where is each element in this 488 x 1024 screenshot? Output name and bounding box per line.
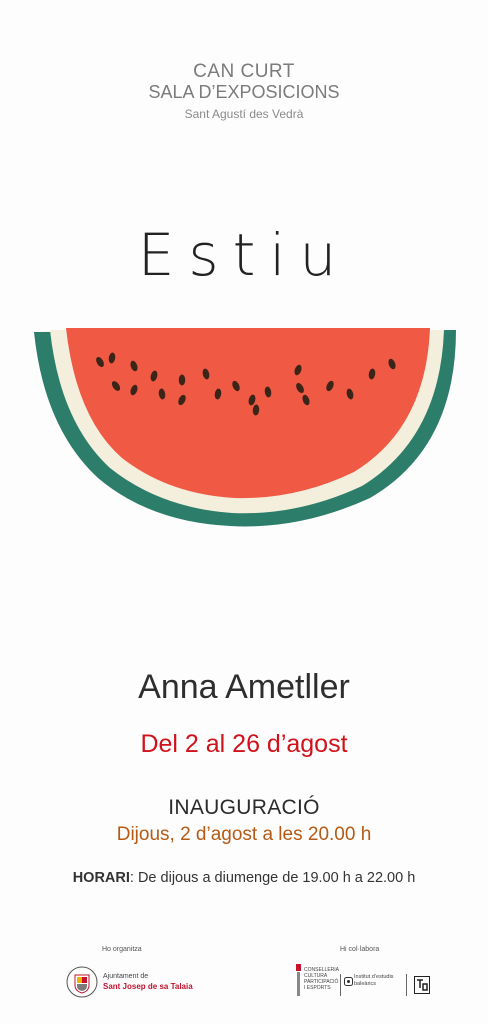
hours-label: HORARI bbox=[72, 870, 130, 886]
watermelon-illustration bbox=[34, 328, 456, 527]
govern-balear-icon bbox=[296, 964, 301, 996]
tmb-logo-icon bbox=[414, 976, 430, 994]
venue-location: Sant Agustí des Vedrà bbox=[184, 107, 304, 121]
logo-divider-2 bbox=[406, 974, 407, 996]
venue-name: CAN CURT bbox=[193, 61, 295, 82]
logo-divider bbox=[340, 974, 341, 996]
hours-text: : De dijous a diumenge de 19.00 h a 22.0… bbox=[129, 870, 416, 886]
inauguration-label: INAUGURACIÓ bbox=[168, 796, 320, 819]
opening-hours: HORARI: De dijous a diumenge de 19.00 h … bbox=[0, 870, 488, 886]
collaborator-logos: CONSELLERIA CULTURA PARTICIPACIÓ I ESPOR… bbox=[296, 962, 446, 1002]
organizer-name: Ajuntament de Sant Josep de sa Talaia bbox=[103, 972, 193, 992]
organized-by-label: Ho organitza bbox=[102, 946, 142, 953]
exhibition-title: Estiu bbox=[138, 225, 350, 289]
venue-subtitle: SALA D’EXPOSICIONS bbox=[148, 82, 340, 102]
organizer-line2: Sant Josep de sa Talaia bbox=[103, 982, 193, 991]
collaborates-label: Hi col·labora bbox=[340, 946, 380, 953]
watermelon-seed bbox=[178, 374, 186, 386]
iestudis-icon bbox=[344, 977, 353, 986]
artist-name: Anna Ametller bbox=[138, 668, 350, 706]
exhibition-dates: Del 2 al 26 d’agost bbox=[140, 730, 348, 758]
inauguration-datetime: Dijous, 2 d’agost a les 20.00 h bbox=[116, 824, 372, 845]
organizer-line1: Ajuntament de bbox=[103, 973, 149, 980]
exhibition-title-handwritten: Estiu bbox=[138, 225, 350, 289]
institut-text: Institut d’estudis baleàrics bbox=[354, 974, 394, 987]
ajuntament-seal-icon bbox=[66, 966, 98, 998]
conselleria-text: CONSELLERIA CULTURA PARTICIPACIÓ I ESPOR… bbox=[304, 967, 340, 991]
